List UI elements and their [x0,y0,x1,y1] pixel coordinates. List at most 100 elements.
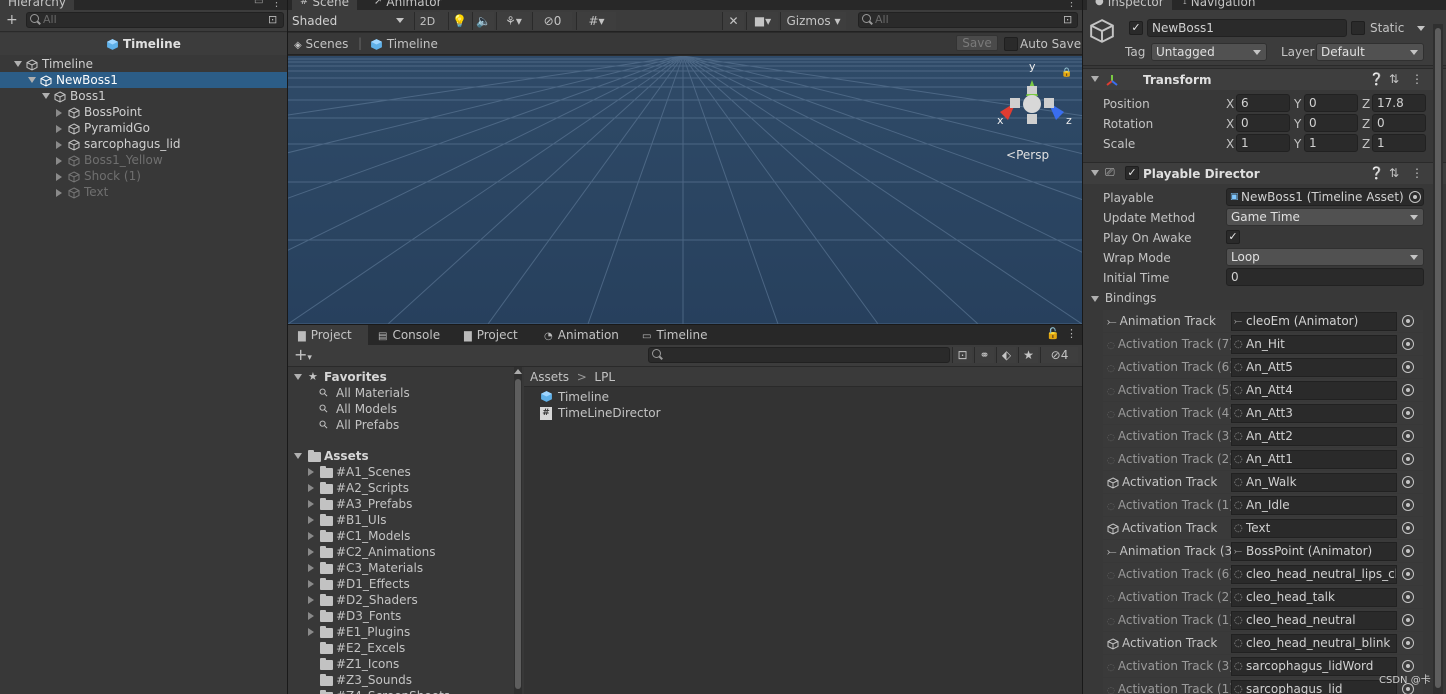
foldout-expanded-icon[interactable] [14,61,22,67]
tab-scene[interactable]: # Scene [292,0,357,10]
transform-scale-y-input[interactable]: 1 [1304,134,1358,152]
scene-menu-icon[interactable]: ⋮ [1066,0,1077,9]
tab-console[interactable]: ▤ Console [368,325,454,346]
object-picker-icon[interactable] [1402,614,1414,626]
audio-toggle-icon[interactable]: 🔈 [472,12,494,30]
component-menu-icon[interactable]: ⋮ [1411,166,1423,180]
breadcrumb-lpl[interactable]: LPL [594,370,615,384]
object-picker-icon[interactable] [1402,476,1414,488]
auto-save-checkbox[interactable] [1004,37,1018,51]
transform-rotation-y-input[interactable]: 0 [1304,114,1358,132]
hierarchy-search-input[interactable]: All [26,12,284,28]
foldout-collapsed-icon[interactable] [308,484,314,492]
tag-dropdown[interactable]: Untagged [1151,43,1267,61]
search-by-type-icon[interactable]: ⊡ [1063,13,1072,26]
hierarchy-item[interactable]: Boss1 [0,88,287,104]
foldout-collapsed-icon[interactable] [308,500,314,508]
grid-toggle-icon[interactable]: #▾ [576,12,616,30]
object-picker-icon[interactable] [1402,591,1414,603]
bindings-foldout[interactable]: Bindings [1091,290,1156,306]
object-picker-icon[interactable] [1402,545,1414,557]
static-checkbox[interactable] [1351,21,1365,35]
file-item[interactable]: # TimeLineDirector [524,405,1082,421]
object-picker-icon[interactable] [1402,637,1414,649]
assets-header[interactable]: Assets [288,448,514,464]
object-picker-icon[interactable] [1402,315,1414,327]
toggle-2d-button[interactable]: 2D [414,12,440,30]
foldout-collapsed-icon[interactable] [308,468,314,476]
binding-object-field[interactable]: ◌ An_Att4 [1231,381,1397,400]
foldout-expanded-icon[interactable] [42,93,50,99]
tools-icon[interactable]: ✕ [722,12,744,30]
foldout-collapsed-icon[interactable] [308,580,314,588]
hierarchy-item[interactable]: sarcophagus_lid [0,136,287,152]
binding-object-field[interactable]: ⤚ BossPoint (Animator) [1231,542,1397,561]
search-by-type-icon[interactable]: ⊡ [952,347,972,363]
playable-director-header[interactable]: ⎚ ✓ Playable Director ❔ ⇅ ⋮ [1083,162,1446,184]
binding-object-field[interactable]: ◌ An_Att3 [1231,404,1397,423]
binding-object-field[interactable]: ◌ sarcophagus_lid [1231,680,1397,694]
tab-navigation[interactable]: ⟟ Navigation [1175,0,1264,10]
foldout-expanded-icon[interactable] [28,77,36,83]
asset-folder[interactable]: #C1_Models [288,528,514,544]
filter-by-type-icon[interactable]: ⚭ [974,347,994,363]
hierarchy-add-button[interactable]: + [6,12,18,28]
scroll-up-icon[interactable] [514,369,522,374]
tab-animation[interactable]: ◔ Animation [534,325,632,346]
foldout-collapsed-icon[interactable] [308,628,314,636]
initial-time-input[interactable]: 0 [1226,268,1424,286]
binding-object-field[interactable]: ◌ An_Hit [1231,335,1397,354]
help-icon[interactable]: ❔ [1369,72,1384,86]
asset-folder[interactable]: #E1_Plugins [288,624,514,640]
director-enabled-checkbox[interactable]: ✓ [1125,166,1139,180]
layer-dropdown[interactable]: Default [1316,43,1424,61]
foldout-collapsed-icon[interactable] [56,189,62,197]
transform-position-x-input[interactable]: 6 [1236,94,1290,112]
file-item[interactable]: Timeline [524,389,1082,405]
asset-folder[interactable]: #A2_Scripts [288,480,514,496]
binding-object-field[interactable]: ◌ cleo_head_neutral [1231,611,1397,630]
asset-folder[interactable]: #Z3_Sounds [288,672,514,688]
hierarchy-item[interactable]: Boss1_Yellow [0,152,287,168]
asset-folder[interactable]: #C3_Materials [288,560,514,576]
object-picker-icon[interactable] [1402,499,1414,511]
asset-folder[interactable]: #E2_Excels [288,640,514,656]
breadcrumb-timeline[interactable]: Timeline [370,36,438,52]
binding-object-field[interactable]: ⤚ cleoEm (Animator) [1231,312,1397,331]
transform-rotation-x-input[interactable]: 0 [1236,114,1290,132]
binding-object-field[interactable]: ◌ An_Att2 [1231,427,1397,446]
asset-folder[interactable]: #Z1_Icons [288,656,514,672]
object-picker-icon[interactable] [1402,338,1414,350]
transform-position-y-input[interactable]: 0 [1304,94,1358,112]
active-checkbox[interactable]: ✓ [1129,21,1143,35]
hierarchy-lock-icon[interactable]: ▭ [254,0,263,7]
asset-folder[interactable]: #A1_Scenes [288,464,514,480]
object-picker-icon[interactable] [1402,453,1414,465]
hierarchy-item[interactable]: BossPoint [0,104,287,120]
binding-object-field[interactable]: ◌ Text [1231,519,1397,538]
inspector-scrollbar[interactable] [1433,24,1443,694]
hierarchy-item[interactable]: NewBoss1 [0,72,287,88]
foldout-expanded-icon[interactable] [294,453,302,459]
breadcrumb-assets[interactable]: Assets [530,370,569,384]
tab-project[interactable]: ▇ Project [288,325,368,346]
save-button[interactable]: Save [956,35,998,51]
wrap-mode-dropdown[interactable]: Loop [1226,248,1424,266]
object-picker-icon[interactable] [1402,361,1414,373]
foldout-collapsed-icon[interactable] [308,564,314,572]
foldout-collapsed-icon[interactable] [56,125,62,133]
binding-object-field[interactable]: ◌ cleo_head_neutral_blink [1231,634,1397,653]
transform-rotation-z-input[interactable]: 0 [1372,114,1426,132]
transform-header[interactable]: Transform ❔ ⇅ ⋮ [1083,68,1446,90]
favorites-header[interactable]: ★ Favorites [288,369,514,385]
object-picker-icon[interactable] [1402,407,1414,419]
foldout-collapsed-icon[interactable] [56,109,62,117]
object-picker-icon[interactable] [1402,384,1414,396]
asset-folder[interactable]: #D1_Effects [288,576,514,592]
asset-folder[interactable]: #Z4_ScreenShoots [288,688,514,694]
breadcrumb-scenes[interactable]: ◈ Scenes [294,36,348,54]
filter-by-label-icon[interactable]: ⬖ [996,347,1016,363]
tree-scrollbar[interactable] [514,367,522,694]
scrollbar-thumb[interactable] [1435,28,1441,688]
binding-object-field[interactable]: ◌ cleo_head_talk [1231,588,1397,607]
